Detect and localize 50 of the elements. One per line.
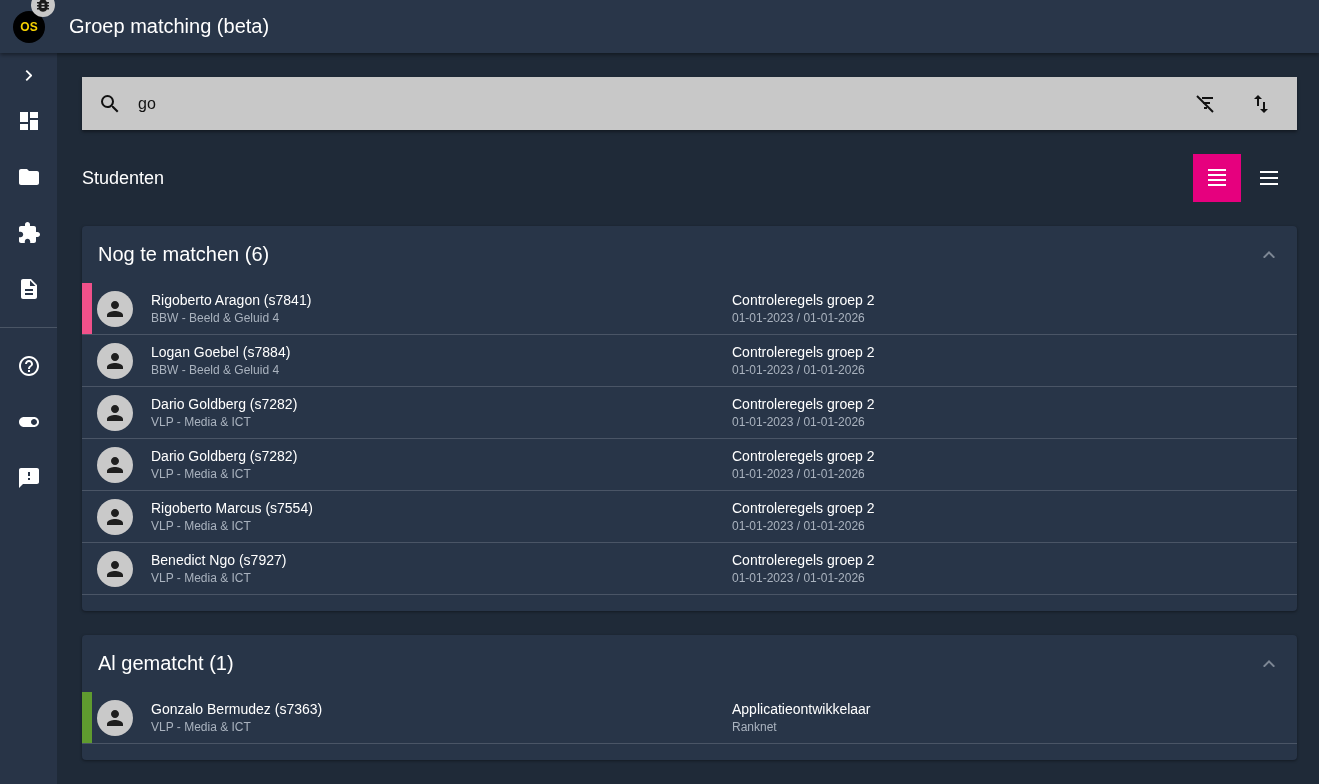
- group-name: Controleregels groep 2: [732, 344, 875, 360]
- group-detail: 01-01-2023 / 01-01-2026: [732, 363, 866, 377]
- student-name: Benedict Ngo (s7927): [151, 552, 288, 568]
- group-name: Controleregels groep 2: [732, 448, 875, 464]
- puzzle-icon: [16, 221, 41, 245]
- group-name: Controleregels groep 2: [732, 500, 875, 516]
- page-title: Groep matching (beta): [69, 15, 270, 38]
- group-detail: 01-01-2023 / 01-01-2026: [732, 311, 866, 325]
- group-name: Applicatieontwikkelaar: [732, 701, 871, 717]
- group-name: Controleregels groep 2: [732, 292, 875, 308]
- app-logo[interactable]: OS: [13, 10, 45, 43]
- student-row[interactable]: Benedict Ngo (s7927) VLP - Media & ICT Controleregels groep 2 01-01-2023 / 01-01-2026: [82, 543, 1297, 595]
- group-detail: 01-01-2023 / 01-01-2026: [732, 467, 866, 481]
- section-title: Studenten: [82, 167, 165, 189]
- group-detail: 01-01-2023 / 01-01-2026: [732, 415, 866, 429]
- student-name: Dario Goldberg (s7282): [151, 396, 299, 412]
- student-name: Rigoberto Aragon (s7841): [151, 292, 313, 308]
- student-row[interactable]: Dario Goldberg (s7282) VLP - Media & ICT Controleregels groep 2 01-01-2023 / 01-01-2026: [82, 439, 1297, 491]
- student-row[interactable]: Gonzalo Bermudez (s7363) VLP - Media & ICT Applicatieontwikkelaar Ranknet: [82, 692, 1297, 744]
- group-detail: 01-01-2023 / 01-01-2026: [732, 571, 866, 585]
- panel-title: Nog te matchen (6): [98, 243, 271, 266]
- expand-icon: [24, 69, 33, 81]
- program-text: VLP - Media & ICT: [151, 571, 252, 585]
- search-field[interactable]: go: [138, 91, 1169, 116]
- program-text: VLP - Media & ICT: [151, 415, 252, 429]
- student-row[interactable]: Dario Goldberg (s7282) VLP - Media & ICT Controleregels groep 2 01-01-2023 / 01-01-2026: [82, 387, 1297, 439]
- group-name: Controleregels groep 2: [732, 396, 875, 412]
- program-text: BBW - Beeld & Geluid 4: [151, 311, 281, 325]
- student-row[interactable]: Logan Goebel (s7884) BBW - Beeld & Geluid 4 Controleregels groep 2 01-01-2023 / 01-01-2026: [82, 335, 1297, 387]
- program-text: VLP - Media & ICT: [151, 519, 252, 533]
- group-name: Controleregels groep 2: [732, 552, 875, 568]
- student-row[interactable]: Rigoberto Marcus (s7554) VLP - Media & ICT Controleregels groep 2 01-01-2023 / 01-01-2026: [82, 491, 1297, 543]
- feedback-icon: [16, 466, 41, 490]
- program-text: VLP - Media & ICT: [151, 467, 252, 481]
- student-name: Dario Goldberg (s7282): [151, 448, 299, 464]
- student-row[interactable]: Rigoberto Aragon (s7841) BBW - Beeld & Geluid 4 Controleregels groep 2 01-01-2023 / 01-01-2026: [82, 283, 1297, 335]
- student-name: Rigoberto Marcus (s7554): [151, 500, 314, 516]
- bug-badge[interactable]: [31, 0, 55, 17]
- student-name: Gonzalo Bermudez (s7363): [151, 701, 324, 717]
- bug-icon: [34, 0, 52, 14]
- chevron-icon: [1263, 659, 1275, 668]
- chevron-icon: [1263, 250, 1275, 259]
- help-icon: [16, 354, 41, 378]
- group-detail: 01-01-2023 / 01-01-2026: [732, 519, 866, 533]
- student-name: Logan Goebel (s7884): [151, 344, 292, 360]
- group-detail: Ranknet: [732, 720, 778, 734]
- panel-title: Al gematcht (1): [98, 652, 235, 675]
- program-text: BBW - Beeld & Geluid 4: [151, 363, 281, 377]
- program-text: VLP - Media & ICT: [151, 720, 252, 734]
- search-bar[interactable]: go: [82, 77, 1297, 130]
